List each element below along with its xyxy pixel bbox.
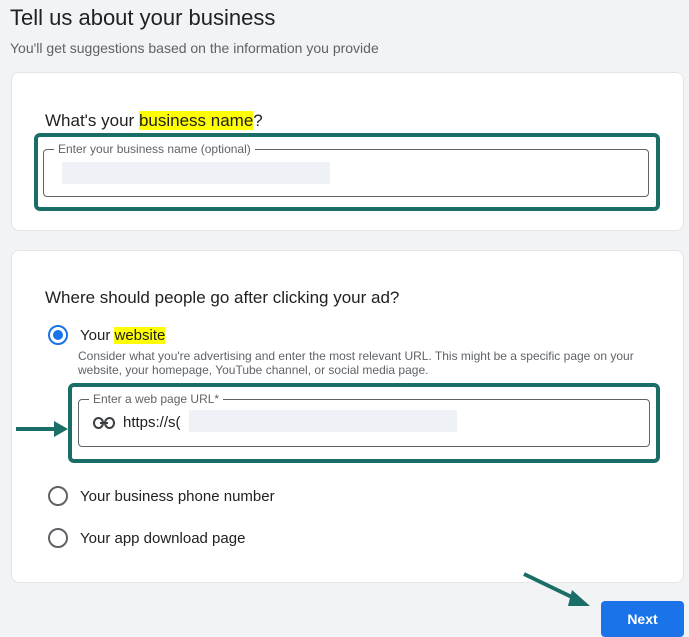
option-phone[interactable]: Your business phone number bbox=[48, 486, 275, 506]
radio-phone[interactable] bbox=[48, 486, 68, 506]
page-title: Tell us about your business bbox=[10, 5, 276, 30]
business-name-question: What's your business name? bbox=[45, 111, 263, 131]
annotation-box-business-name bbox=[34, 133, 660, 211]
option-website[interactable]: Your website bbox=[48, 325, 166, 345]
business-name-card: What's your business name? Enter your bu… bbox=[11, 72, 684, 231]
page-subtitle: You'll get suggestions based on the info… bbox=[10, 40, 379, 56]
annotation-arrow-url-icon bbox=[16, 421, 68, 437]
next-button[interactable]: Next bbox=[601, 601, 684, 637]
annotation-arrow-next-icon bbox=[523, 572, 590, 606]
option-website-highlight: website bbox=[114, 326, 166, 344]
option-website-label: Your website bbox=[80, 326, 166, 344]
question-suffix: ? bbox=[253, 111, 263, 130]
option-app[interactable]: Your app download page bbox=[48, 528, 245, 548]
website-hint: Consider what you're advertising and ent… bbox=[78, 349, 634, 377]
annotation-box-url bbox=[68, 383, 660, 463]
option-phone-label: Your business phone number bbox=[80, 487, 275, 505]
radio-website[interactable] bbox=[48, 325, 68, 345]
option-website-prefix: Your bbox=[80, 326, 115, 344]
option-app-label: Your app download page bbox=[80, 529, 246, 547]
question-prefix: What's your bbox=[45, 111, 139, 130]
destination-card: Where should people go after clicking yo… bbox=[11, 250, 684, 583]
page: Tell us about your business You'll get s… bbox=[0, 0, 689, 637]
destination-question: Where should people go after clicking yo… bbox=[45, 288, 400, 307]
question-highlight: business name bbox=[138, 111, 254, 130]
radio-app[interactable] bbox=[48, 528, 68, 548]
